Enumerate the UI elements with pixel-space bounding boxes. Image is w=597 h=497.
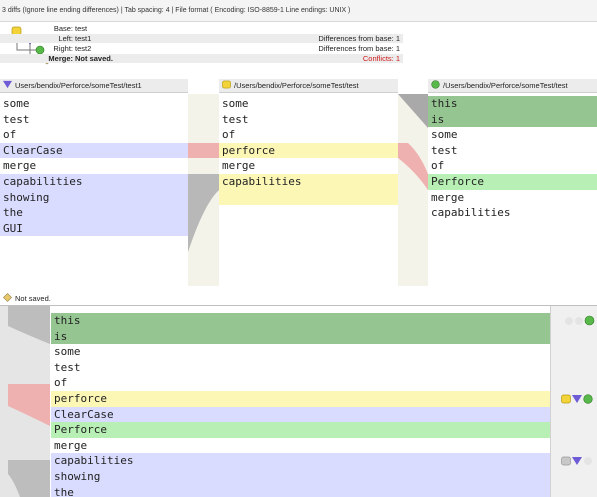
right-pane-path: /Users/bendix/Perforce/someTest/test (443, 81, 568, 90)
info-row-left: Left: test1 Differences from base: 1 (0, 34, 403, 43)
right-line: some (431, 128, 458, 142)
base-file-icon (222, 80, 231, 89)
inactive-dot-icon[interactable] (584, 457, 592, 465)
right-value: test2 (75, 44, 92, 53)
info-row-right: Right: test2 Differences from base: 1 (0, 44, 403, 53)
left-line: GUI (0, 220, 188, 237)
merge-line: of (54, 376, 68, 390)
status-bar: 3 diffs (Ignore line ending differences)… (0, 0, 597, 22)
merge-line: Perforce (51, 422, 550, 438)
chunk-selector-column (550, 306, 597, 497)
merge-line: some (54, 345, 81, 359)
left-line: the (0, 205, 188, 221)
chunk-1-selector (551, 313, 597, 329)
base-source-icon[interactable] (561, 394, 571, 404)
right-line: of (431, 159, 445, 173)
right-pane[interactable]: this is some test of Perforce merge capa… (428, 94, 597, 286)
right-line: Perforce (428, 173, 597, 190)
merge-status-bar: Not saved. (0, 292, 597, 306)
base-pane[interactable]: some test of perforce merge capabilities (219, 94, 398, 286)
left-pane-lines: some test of ClearCase merge capabilitie… (0, 96, 188, 237)
left-pane-header[interactable]: Users/bendix/Perforce/someTest/test1 (0, 79, 188, 93)
right-pane-lines: this is some test of Perforce merge capa… (428, 96, 597, 221)
base-pane-path: /Users/bendix/Perforce/someTest/test (234, 81, 359, 90)
merge-line: merge (54, 438, 88, 452)
base-line: perforce (219, 142, 398, 159)
base-line: some (222, 97, 249, 110)
merge-line: ClearCase (51, 406, 550, 423)
base-label: Base: (53, 24, 73, 33)
left-line: test (3, 112, 30, 126)
left-line: some (3, 97, 30, 110)
merge-line: test (54, 360, 81, 374)
left-source-icon[interactable] (572, 394, 582, 404)
merge-info-panel: Base: test Left: test1 Differences from … (0, 22, 597, 72)
info-row-base: Base: test (0, 24, 403, 33)
base-line (219, 189, 398, 206)
left-value: test1 (75, 34, 92, 43)
chunk-2-selector (551, 391, 597, 407)
base-line: merge (222, 159, 256, 173)
base-right-connector (398, 94, 428, 286)
right-pane-header[interactable]: /Users/bendix/Perforce/someTest/test (428, 79, 597, 93)
merge-diamond-icon (3, 293, 12, 302)
conflicts-count: Conflicts: 1 (362, 54, 400, 63)
merge-lines: this is some test of perforce ClearCase … (51, 313, 550, 497)
base-source-inactive-icon[interactable] (561, 456, 571, 466)
left-file-icon (3, 80, 12, 89)
right-diff-count: Differences from base: 1 (318, 44, 400, 53)
merge-result-pane[interactable]: this is some test of perforce ClearCase … (0, 306, 597, 497)
right-line: merge (431, 190, 465, 204)
right-line: this (428, 96, 597, 112)
merge-status-text: Not saved. (15, 294, 51, 303)
base-pane-header[interactable]: /Users/bendix/Perforce/someTest/test (219, 79, 398, 93)
left-pane-path: Users/bendix/Perforce/someTest/test1 (15, 81, 142, 90)
left-line: merge (3, 159, 37, 173)
base-line: capabilities (219, 173, 398, 190)
right-file-icon (431, 80, 440, 89)
left-source-icon[interactable] (572, 456, 582, 466)
merge-value: Not saved. (75, 54, 113, 63)
inactive-dot-icon[interactable] (565, 317, 573, 325)
left-line: showing (0, 189, 188, 206)
merge-line: showing (51, 468, 550, 485)
left-pane[interactable]: some test of ClearCase merge capabilitie… (0, 94, 188, 286)
right-source-icon[interactable] (583, 394, 593, 404)
left-label: Left: (58, 34, 73, 43)
left-line: ClearCase (0, 142, 188, 159)
right-label: Right: (53, 44, 73, 53)
merge-line: this (51, 313, 550, 329)
inactive-dot-icon[interactable] (575, 317, 583, 325)
base-line: of (222, 128, 236, 142)
left-line: of (3, 128, 17, 142)
right-line: test (431, 143, 458, 157)
left-diff-count: Differences from base: 1 (318, 34, 400, 43)
base-value: test (75, 24, 88, 33)
merge-line: the (51, 484, 550, 497)
merge-line: is (51, 328, 550, 345)
right-source-selected-icon[interactable] (584, 315, 595, 326)
left-line: capabilities (0, 173, 188, 190)
base-pane-lines: some test of perforce merge capabilities (219, 96, 398, 206)
merge-source-gutter (0, 306, 50, 497)
merge-line: perforce (51, 390, 550, 407)
right-line: capabilities (431, 206, 511, 220)
merge-line: capabilities (51, 453, 550, 469)
left-base-connector (188, 94, 219, 286)
base-line: test (222, 112, 249, 126)
info-row-merge: Merge: Not saved. Conflicts: 1 (0, 54, 403, 63)
right-line: is (428, 111, 597, 128)
chunk-3-selector (551, 453, 597, 469)
merge-label: Merge: (48, 54, 73, 63)
